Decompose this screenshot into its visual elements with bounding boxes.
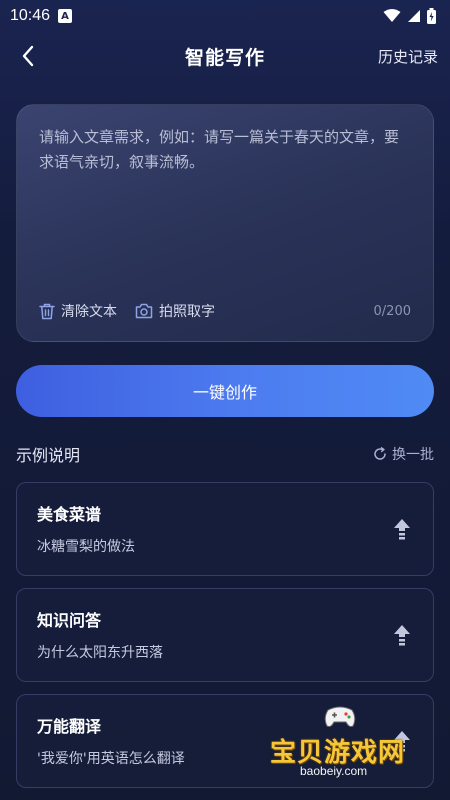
trash-icon [39, 303, 55, 319]
examples-title: 示例说明 [16, 446, 81, 465]
example-card-subtitle: '我爱你'用英语怎么翻译 [37, 751, 185, 767]
site-watermark: 宝贝游戏网 baobeiy.com [270, 702, 420, 782]
camera-icon [135, 303, 153, 319]
example-card-recipe[interactable]: 美食菜谱 冰糖雪梨的做法 [16, 482, 434, 576]
gamepad-icon [324, 706, 356, 727]
prompt-input-box[interactable]: 请输入文章需求，例如：请写一篇关于春天的文章，要求语气亲切，叙事流畅。 清除文本… [16, 104, 434, 342]
notification-a-icon: A [58, 9, 73, 23]
photo-ocr-button[interactable]: 拍照取字 [135, 301, 215, 321]
photo-ocr-label: 拍照取字 [159, 304, 215, 320]
status-bar: 10:46 A [0, 0, 450, 32]
example-card-subtitle: 冰糖雪梨的做法 [37, 539, 135, 555]
watermark-url: baobeiy.com [300, 764, 368, 778]
example-card-title: 美食菜谱 [37, 505, 102, 524]
examples-header: 示例说明 换一批 [16, 442, 434, 466]
refresh-icon [374, 447, 386, 460]
char-counter: 0/200 [373, 304, 411, 319]
editor-tools: 清除文本 拍照取字 [39, 301, 215, 321]
example-card-subtitle: 为什么太阳东升西落 [37, 645, 163, 661]
top-nav-bar: 智能写作 历史记录 [0, 36, 450, 76]
example-card-qa[interactable]: 知识问答 为什么太阳东升西落 [16, 588, 434, 682]
clear-text-label: 清除文本 [61, 304, 117, 320]
signal-icon [408, 10, 420, 22]
status-time: 10:46 [10, 7, 51, 24]
one-click-create-button[interactable]: 一键创作 [16, 365, 434, 417]
example-card-title: 万能翻译 [37, 717, 102, 736]
prompt-placeholder[interactable]: 请输入文章需求，例如：请写一篇关于春天的文章，要求语气亲切，叙事流畅。 [39, 125, 413, 175]
arrow-up-icon [394, 519, 410, 540]
refresh-label: 换一批 [392, 447, 434, 463]
example-card-title: 知识问答 [37, 611, 102, 630]
back-button[interactable] [14, 42, 42, 70]
battery-icon [427, 8, 436, 24]
arrow-up-icon [394, 625, 410, 646]
chevron-left-icon [22, 45, 34, 67]
refresh-examples-button[interactable]: 换一批 [373, 444, 434, 464]
history-button[interactable]: 历史记录 [378, 46, 438, 67]
page-title: 智能写作 [184, 46, 265, 69]
clear-text-button[interactable]: 清除文本 [39, 301, 117, 321]
wifi-icon [383, 9, 401, 22]
